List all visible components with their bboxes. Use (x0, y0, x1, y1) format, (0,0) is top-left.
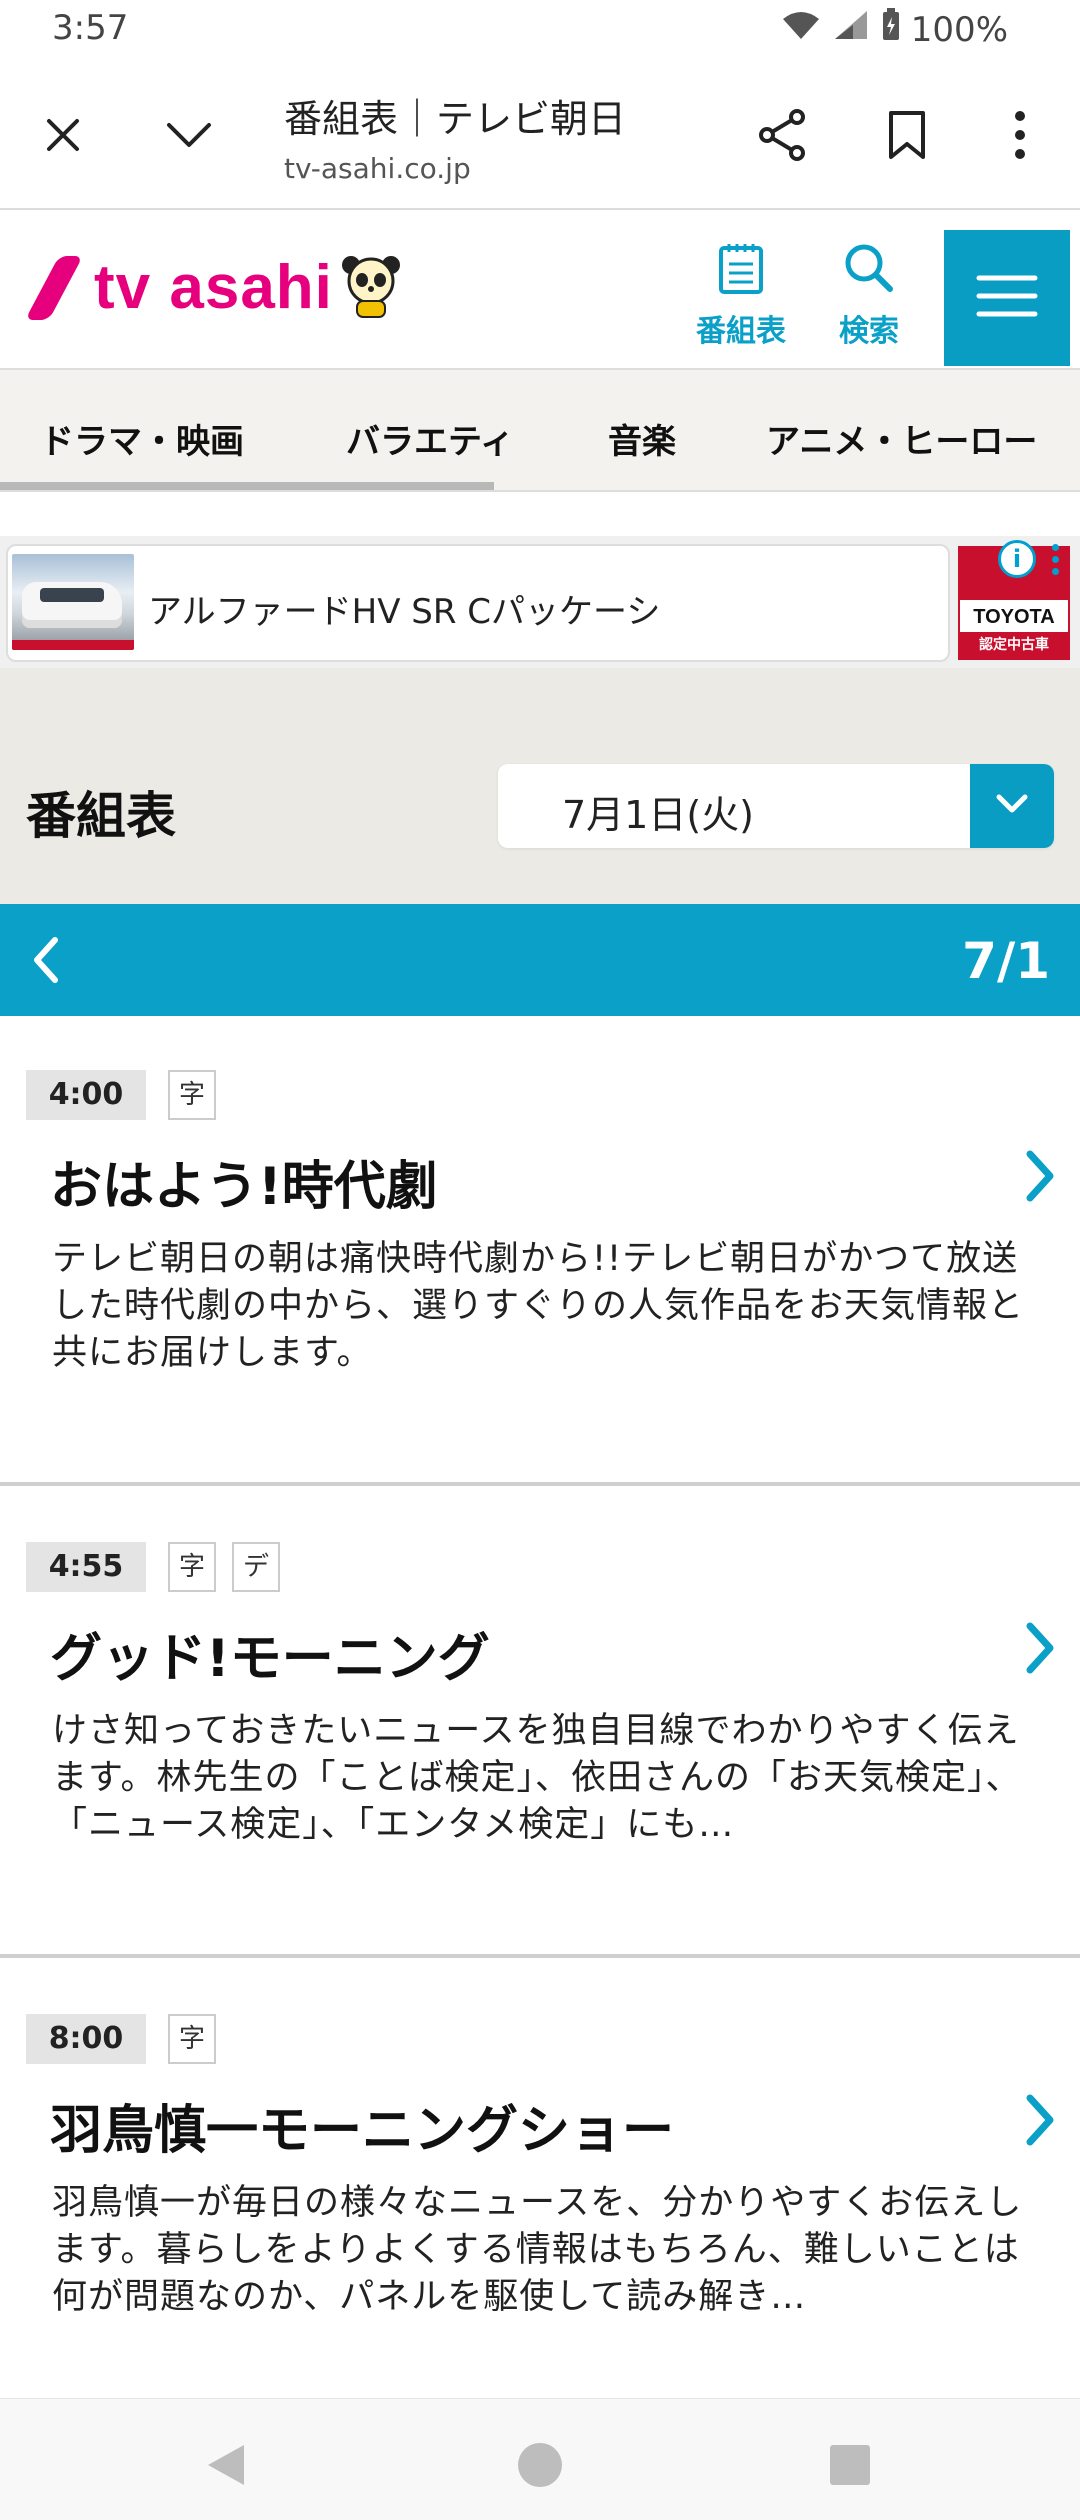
page-url[interactable]: tv-asahi.co.jp (284, 152, 471, 185)
program-description: テレビ朝日の朝は痛快時代劇から!!テレビ朝日がかつて放送した時代劇の中から、選り… (52, 1239, 1025, 1373)
wifi-icon (781, 9, 821, 50)
program-description: 羽鳥慎一が毎日の様々なニュースを、分かりやすくお伝えします。暮らしをよりよくする… (52, 2183, 1023, 2317)
calendar-icon (718, 244, 764, 302)
search-label: 検索 (839, 314, 899, 349)
program-title[interactable]: おはよう!時代劇 (50, 1144, 438, 1219)
mascot-icon (341, 253, 401, 323)
status-icons: 100% (781, 8, 1008, 51)
more-options-icon[interactable] (985, 100, 1055, 170)
ad-more-icon[interactable] (1052, 544, 1062, 580)
date-dropdown-button[interactable] (970, 764, 1054, 848)
signal-icon (831, 9, 871, 50)
day-label: 7/1 (962, 932, 1050, 990)
program-time: 4:55 (26, 1542, 146, 1592)
system-navigation-bar (0, 2398, 1080, 2520)
program-item[interactable]: 4:00 字 おはよう!時代劇 テレビ朝日の朝は痛快時代劇から!!テレビ朝日がか… (0, 1016, 1080, 1486)
chevron-right-icon[interactable] (1020, 1146, 1060, 1206)
schedule-button[interactable]: 番組表 (686, 242, 796, 350)
hamburger-icon (976, 274, 1038, 322)
back-icon[interactable] (196, 2435, 256, 2495)
category-nav: ドラマ・映画 バラエティ 音楽 アニメ・ヒーロー (0, 368, 1080, 492)
schedule-section-header: 番組表 7月1日(火) (0, 668, 1080, 904)
ad-logo-brand: TOYOTA (973, 606, 1055, 628)
category-drama-movie[interactable]: ドラマ・映画 (40, 414, 244, 463)
schedule-label: 番組表 (696, 314, 786, 349)
category-variety[interactable]: バラエティ (346, 414, 514, 463)
ad-info-icon[interactable]: i (998, 540, 1036, 578)
status-bar: 3:57 100% (0, 0, 1080, 60)
program-title[interactable]: グッド!モーニング (50, 1616, 490, 1691)
chevron-right-icon[interactable] (1020, 2090, 1060, 2150)
page-title: 番組表｜テレビ朝日 (284, 97, 627, 141)
category-scroll-indicator (0, 482, 494, 490)
day-navigation-bar: 7/1 (0, 904, 1080, 1016)
program-time: 8:00 (26, 2014, 146, 2064)
digital-tag: デ (232, 1542, 280, 1592)
menu-button[interactable] (944, 230, 1070, 366)
ad-text: アルファードHV SR Cパッケーシ (148, 592, 661, 632)
date-select[interactable]: 7月1日(火) (498, 764, 1054, 848)
close-icon[interactable] (28, 100, 98, 170)
chevron-down-icon (995, 793, 1029, 819)
program-description: けさ知っておきたいニュースを独自目線でわかりやすく伝えます。林先生の「ことば検定… (52, 1711, 1022, 1845)
section-title: 番組表 (26, 787, 176, 845)
program-item[interactable]: 4:55 字 デ グッド!モーニング けさ知っておきたいニュースを独自目線でわか… (0, 1488, 1080, 1958)
tv-asahi-logo[interactable]: tv asahi (24, 252, 401, 323)
ad-car-image (12, 554, 134, 650)
subtitle-tag: 字 (168, 1070, 216, 1120)
chevron-right-icon[interactable] (1020, 1618, 1060, 1678)
recents-icon[interactable] (820, 2435, 880, 2495)
category-anime-hero[interactable]: アニメ・ヒーロー (766, 414, 1037, 463)
share-icon[interactable] (748, 100, 818, 170)
bookmark-icon[interactable] (872, 100, 942, 170)
date-select-value: 7月1日(火) (562, 793, 755, 837)
browser-toolbar: 番組表｜テレビ朝日 tv-asahi.co.jp (0, 60, 1080, 210)
program-time: 4:00 (26, 1070, 146, 1120)
subtitle-tag: 字 (168, 2014, 216, 2064)
program-item[interactable]: 8:00 字 羽鳥慎一モーニングショー 羽鳥慎一が毎日の様々なニュースを、分かり… (0, 1960, 1080, 2400)
previous-day-button[interactable] (18, 934, 74, 990)
home-icon[interactable] (510, 2435, 570, 2495)
subtitle-tag: 字 (168, 1542, 216, 1592)
chevron-left-icon (31, 936, 61, 988)
battery-icon (881, 8, 901, 51)
logo-text: tv asahi (94, 253, 333, 322)
program-title[interactable]: 羽鳥慎一モーニングショー (50, 2088, 674, 2163)
status-time: 3:57 (52, 8, 129, 48)
ad-banner[interactable]: アルファードHV SR Cパッケーシ TOYOTA 認定中古車 (0, 536, 1080, 668)
site-header: tv asahi 番組表 検索 (0, 212, 1080, 368)
category-music[interactable]: 音楽 (608, 414, 676, 463)
search-icon (842, 244, 896, 302)
logo-slash-mark (24, 255, 84, 320)
chevron-down-icon[interactable] (154, 100, 224, 170)
battery-level: 100% (910, 9, 1008, 50)
ad-logo-sub: 認定中古車 (960, 632, 1068, 658)
search-button[interactable]: 検索 (814, 242, 924, 350)
ad-card[interactable]: アルファードHV SR Cパッケーシ (6, 544, 950, 662)
